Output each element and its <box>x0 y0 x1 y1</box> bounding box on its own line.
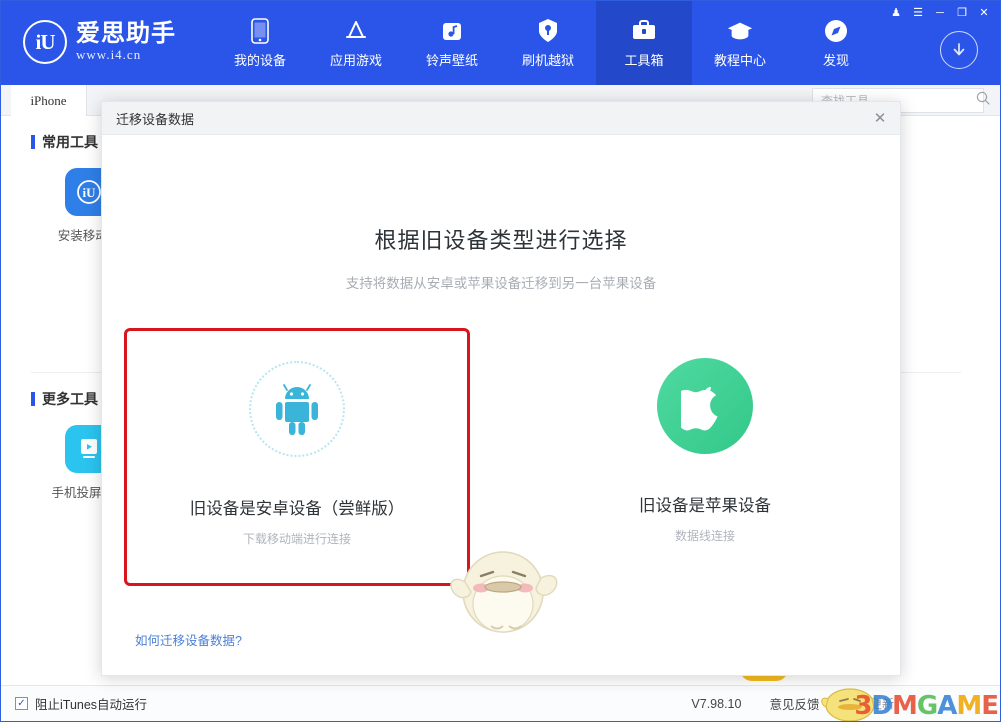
dialog-title: 迁移设备数据 <box>116 111 195 127</box>
card-description: 下载移动端进行连接 <box>242 532 351 546</box>
graduation-cap-icon <box>727 18 753 44</box>
app-header: iU 爱思助手 www.i4.cn 我的设备 应用游戏 铃声壁纸 刷机越狱 工具… <box>1 1 1000 85</box>
dialog-heading: 根据旧设备类型进行选择 <box>374 228 628 253</box>
status-bar-right: V7.98.10 意见反馈 微信公众号 检查更新 <box>691 694 988 713</box>
nav-label: 发现 <box>822 52 849 68</box>
apple-logo-icon <box>657 358 753 454</box>
toolbox-icon <box>631 18 657 44</box>
music-icon <box>439 18 465 44</box>
block-itunes-checkbox[interactable]: ✓ 阻止iTunes自动运行 <box>15 694 147 713</box>
appstore-icon <box>343 18 369 44</box>
shield-icon <box>535 18 561 44</box>
feedback-link[interactable]: 意见反馈 <box>769 694 819 713</box>
android-robot-icon <box>249 361 345 457</box>
nav-label: 教程中心 <box>713 52 766 68</box>
app-logo: iU 爱思助手 www.i4.cn <box>23 20 176 64</box>
nav-label: 我的设备 <box>233 52 286 68</box>
how-to-migrate-link[interactable]: 如何迁移设备数据? <box>135 630 242 649</box>
group-title: 更多工具 <box>42 391 98 407</box>
checkbox-box[interactable]: ✓ <box>15 697 28 710</box>
logo-url: www.i4.cn <box>76 47 142 63</box>
close-icon[interactable]: ✕ <box>974 4 994 21</box>
group-title: 常用工具 <box>42 134 98 150</box>
phone-icon <box>247 17 273 44</box>
card-title: 旧设备是苹果设备 <box>639 497 771 515</box>
menu-list-icon[interactable]: ☰ <box>908 4 928 21</box>
nav-item-tutorial-center[interactable]: 教程中心 <box>692 1 788 85</box>
minimize-icon[interactable]: ─ <box>930 4 950 21</box>
nav-item-apps-games[interactable]: 应用游戏 <box>308 1 404 85</box>
group-accent-bar <box>31 135 35 149</box>
skin-icon[interactable]: ♟ <box>886 4 906 21</box>
card-title: 旧设备是安卓设备（尝鲜版） <box>189 500 405 518</box>
version-label: V7.98.10 <box>691 696 742 711</box>
close-icon[interactable]: ✕ <box>870 108 890 128</box>
option-card-android[interactable]: 旧设备是安卓设备（尝鲜版） 下载移动端进行连接 <box>124 328 470 586</box>
maximize-icon[interactable]: ❐ <box>952 4 972 21</box>
tab-iphone[interactable]: iPhone <box>11 85 87 116</box>
device-type-options: 旧设备是安卓设备（尝鲜版） 下载移动端进行连接 旧设备是苹果设备 数据线连接 <box>102 328 900 633</box>
nav-item-toolbox[interactable]: 工具箱 <box>596 1 692 85</box>
compass-icon <box>823 18 849 44</box>
nav-label: 铃声壁纸 <box>425 52 478 68</box>
status-bar: ✓ 阻止iTunes自动运行 V7.98.10 意见反馈 微信公众号 检查更新 … <box>1 685 1000 721</box>
migrate-device-data-dialog: 迁移设备数据 ✕ 根据旧设备类型进行选择 支持将数据从安卓或苹果设备迁移到另一台… <box>101 101 901 676</box>
nav-item-flash-jailbreak[interactable]: 刷机越狱 <box>500 1 596 85</box>
option-card-apple[interactable]: 旧设备是苹果设备 数据线连接 <box>565 328 845 586</box>
logo-mark-icon: iU <box>23 20 67 64</box>
search-icon[interactable] <box>976 91 990 110</box>
group-accent-bar <box>31 392 35 406</box>
window-controls: ♟ ☰ ─ ❐ ✕ <box>886 4 994 21</box>
nav-item-ringtone-wallpaper[interactable]: 铃声壁纸 <box>404 1 500 85</box>
card-description: 数据线连接 <box>674 529 735 543</box>
main-nav: 我的设备 应用游戏 铃声壁纸 刷机越狱 工具箱 教程中心 发现 <box>212 1 884 85</box>
nav-item-my-device[interactable]: 我的设备 <box>212 1 308 85</box>
nav-label: 刷机越狱 <box>521 52 574 68</box>
logo-name: 爱思助手 <box>76 19 176 47</box>
app-window: iU 爱思助手 www.i4.cn 我的设备 应用游戏 铃声壁纸 刷机越狱 工具… <box>0 0 1001 722</box>
nav-item-discover[interactable]: 发现 <box>788 1 884 85</box>
nav-label: 应用游戏 <box>329 52 382 68</box>
dialog-subtitle: 支持将数据从安卓或苹果设备迁移到另一台苹果设备 <box>345 276 657 291</box>
download-circle-icon[interactable] <box>940 31 978 69</box>
checkbox-label: 阻止iTunes自动运行 <box>35 698 148 712</box>
svg-text:iU: iU <box>83 185 97 200</box>
nav-label: 工具箱 <box>624 52 664 68</box>
dialog-title-bar: 迁移设备数据 ✕ <box>102 102 900 135</box>
